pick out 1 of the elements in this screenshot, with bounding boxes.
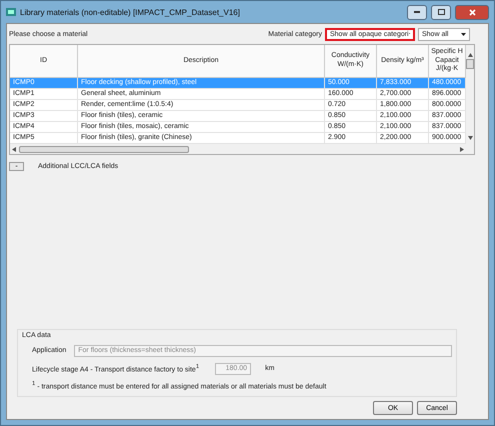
window-title: Library materials (non-editable) [IMPACT_CMP_Dataset_V16] xyxy=(20,8,241,16)
